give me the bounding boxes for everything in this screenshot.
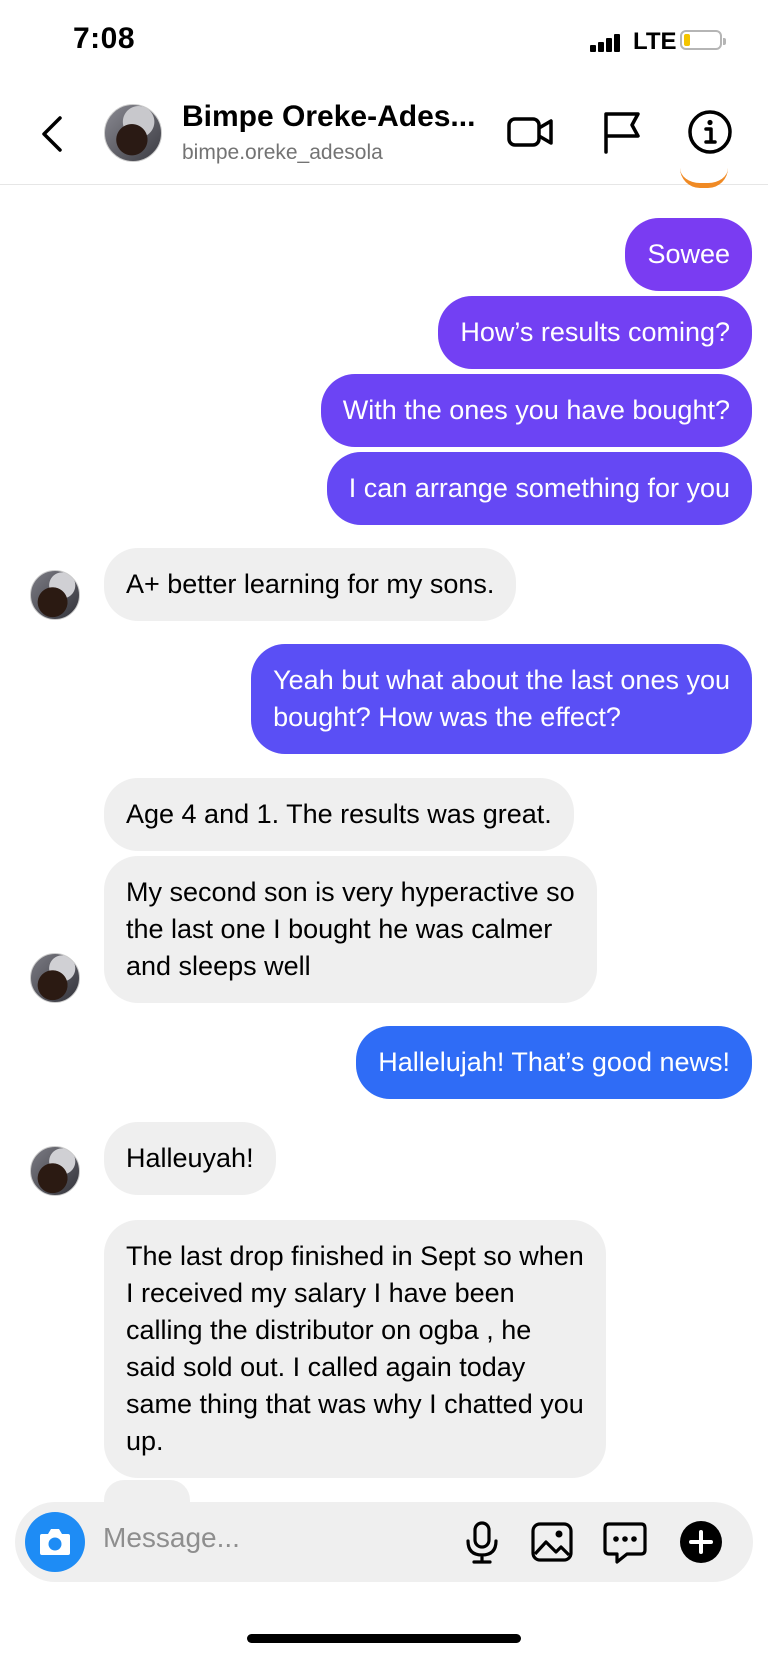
- battery-icon: [680, 30, 726, 50]
- flag-icon[interactable]: [598, 108, 646, 156]
- home-indicator: [247, 1634, 521, 1643]
- message-bubble-outgoing[interactable]: With the ones you have bought?: [320, 374, 752, 447]
- message-line: calling the distributor on ogba , he: [126, 1315, 532, 1345]
- status-bar: 7:08 LTE: [0, 0, 768, 84]
- message-line: the last one I bought he was calmer: [126, 914, 553, 944]
- message-line: I received my salary I have been: [126, 1278, 515, 1308]
- status-time: 7:08: [73, 22, 136, 55]
- message-line: Yeah but what about the last ones you: [273, 665, 730, 695]
- chat-sticker-icon[interactable]: [601, 1518, 649, 1566]
- message-line: and sleeps well: [126, 951, 311, 981]
- message-line: up.: [126, 1426, 164, 1456]
- message-bubble-outgoing[interactable]: Hallelujah! That’s good news!: [356, 1026, 752, 1099]
- message-line: bought? How was the effect?: [273, 702, 621, 732]
- contact-avatar-small: [30, 1146, 80, 1196]
- message-bubble-incoming[interactable]: A+ better learning for my sons.: [104, 548, 517, 621]
- reaction-peek: [680, 168, 728, 188]
- message-composer: Message...: [15, 1502, 753, 1582]
- message-bubble-incoming[interactable]: My second son is very hyperactive so the…: [104, 856, 597, 1003]
- message-bubble-incoming[interactable]: Halleuyah!: [104, 1122, 276, 1195]
- contact-name[interactable]: Bimpe Oreke-Ades...: [182, 100, 475, 134]
- message-bubble-outgoing[interactable]: Sowee: [625, 218, 752, 291]
- message-line: same thing that was why I chatted you: [126, 1389, 584, 1419]
- camera-icon: [40, 1529, 70, 1555]
- camera-button[interactable]: [25, 1512, 85, 1572]
- message-bubble-incoming[interactable]: Age 4 and 1. The results was great.: [104, 778, 574, 851]
- message-bubble-outgoing[interactable]: Yeah but what about the last ones you bo…: [251, 644, 752, 754]
- microphone-icon[interactable]: [458, 1518, 506, 1566]
- message-bubble-outgoing[interactable]: How’s results coming?: [438, 296, 752, 369]
- message-line: said sold out. I called again today: [126, 1352, 526, 1382]
- message-bubble-outgoing[interactable]: I can arrange something for you: [326, 452, 752, 525]
- network-label: LTE: [633, 28, 677, 55]
- message-bubble-incoming[interactable]: The last drop finished in Sept so when I…: [104, 1220, 606, 1478]
- message-input[interactable]: Message...: [103, 1522, 240, 1554]
- contact-username: bimpe.oreke_adesola: [182, 141, 383, 164]
- video-call-icon[interactable]: [506, 108, 554, 156]
- message-line: My second son is very hyperactive so: [126, 877, 575, 907]
- add-icon[interactable]: [677, 1518, 725, 1566]
- message-line: The last drop finished in Sept so when: [126, 1241, 584, 1271]
- chat-header: Bimpe Oreke-Ades... bimpe.oreke_adesola: [0, 84, 768, 185]
- info-icon[interactable]: [686, 108, 734, 156]
- contact-avatar-small: [30, 570, 80, 620]
- back-arrow-icon[interactable]: [34, 110, 74, 158]
- contact-avatar-small: [30, 953, 80, 1003]
- signal-icon: [590, 34, 622, 52]
- contact-avatar[interactable]: [104, 104, 162, 162]
- gallery-icon[interactable]: [528, 1518, 576, 1566]
